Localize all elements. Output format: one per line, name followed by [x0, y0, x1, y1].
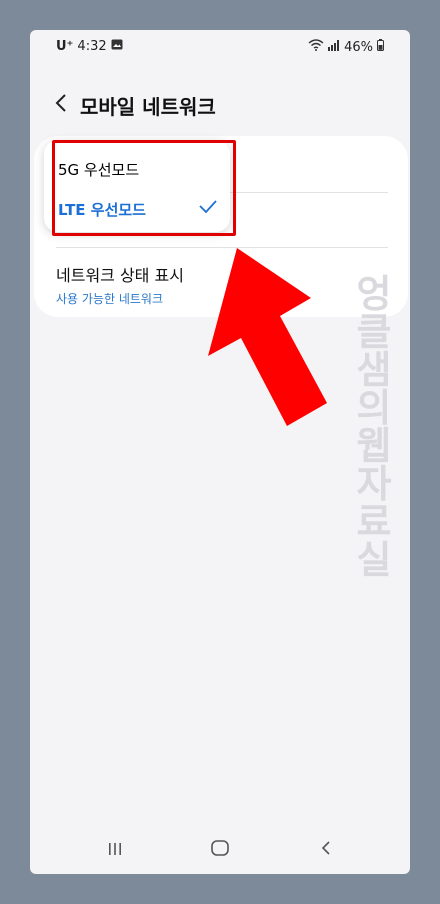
divider [56, 247, 388, 248]
page-title: 모바일 네트워크 [80, 94, 216, 119]
navigation-bar [30, 826, 410, 874]
battery-icon [377, 39, 384, 55]
home-icon [211, 840, 229, 860]
gallery-notification-icon [111, 39, 123, 54]
battery-level: 46% [344, 39, 373, 55]
status-bar: U⁺ 4:32 46% [30, 30, 410, 64]
network-status-setting[interactable]: 네트워크 상태 표시 사용 가능한 네트워크 [56, 262, 388, 307]
back-icon [321, 840, 331, 860]
nav-back-button[interactable] [306, 834, 346, 866]
menu-option-label: 5G 우선모드 [58, 160, 140, 179]
recents-icon [107, 841, 123, 860]
menu-option-label: LTE 우선모드 [58, 200, 146, 219]
check-icon [198, 199, 218, 219]
menu-option-lte[interactable]: LTE 우선모드 [58, 192, 220, 226]
phone-screen: U⁺ 4:32 46% 모바일 네트워크 네트워크 상태 표시 사용 가능한 네… [30, 30, 410, 874]
network-mode-menu: 5G 우선모드 LTE 우선모드 [44, 140, 230, 232]
wifi-icon [308, 39, 324, 55]
chevron-left-icon [55, 94, 67, 116]
signal-icon [328, 39, 340, 55]
status-time: 4:32 [77, 39, 107, 54]
setting-subtitle: 사용 가능한 네트워크 [56, 292, 163, 306]
app-header: 모바일 네트워크 [50, 90, 216, 120]
setting-title: 네트워크 상태 표시 [56, 266, 184, 285]
home-button[interactable] [200, 834, 240, 866]
menu-option-5g[interactable]: 5G 우선모드 [58, 152, 220, 186]
recents-button[interactable] [95, 834, 135, 866]
watermark: 엉클샘의웹자료실 [356, 272, 392, 582]
carrier-label: U⁺ [56, 39, 74, 54]
back-button[interactable] [50, 90, 72, 120]
